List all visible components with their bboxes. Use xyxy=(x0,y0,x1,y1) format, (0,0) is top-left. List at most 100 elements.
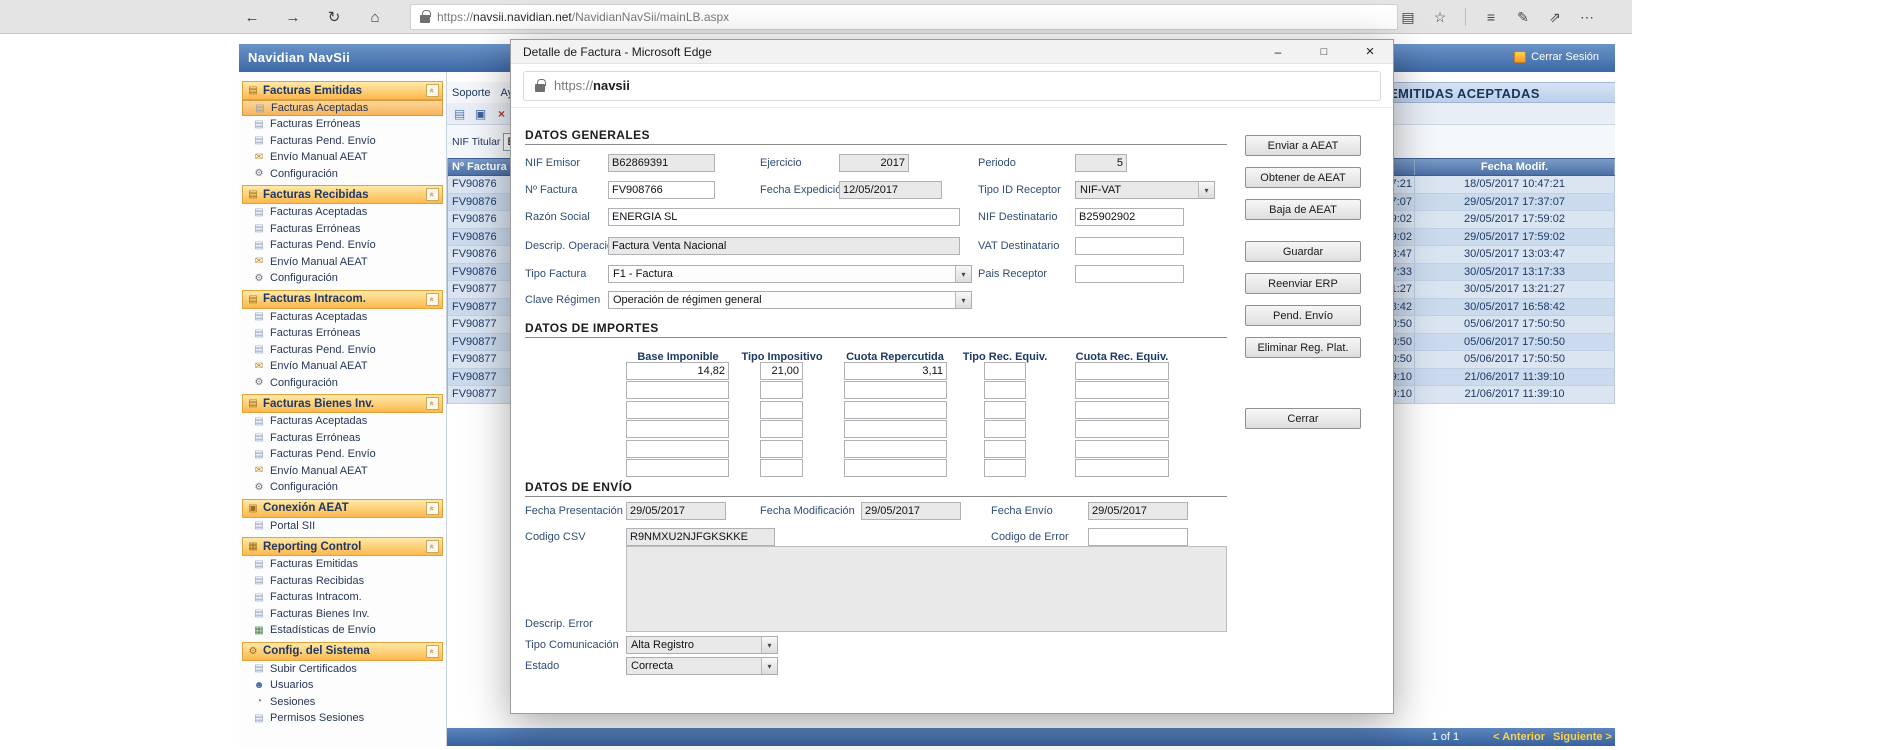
enviar-aeat-button[interactable]: Enviar a AEAT xyxy=(1245,135,1361,156)
sidebar-item-reporting-recibidas[interactable]: ▤ Facturas Recibidas xyxy=(242,573,443,590)
cuota-repercutida-input[interactable] xyxy=(844,459,947,477)
sidebar-item-subir-certificados[interactable]: ▤ Subir Certificados xyxy=(242,661,443,678)
tipo-rec-equiv-input[interactable] xyxy=(984,362,1026,380)
sidebar-item-emitidas-erroneas[interactable]: ▤ Facturas Erróneas xyxy=(242,116,443,133)
next-page-link[interactable]: Siguiente > xyxy=(1553,731,1612,743)
razon-social-input[interactable] xyxy=(608,208,960,226)
ejercicio-input[interactable] xyxy=(839,154,909,172)
minimize-button[interactable]: – xyxy=(1255,40,1301,64)
section-header-facturas-bienes-inv[interactable]: ▤ Facturas Bienes Inv. « xyxy=(242,394,443,413)
sidebar-item-emitidas-configuracion[interactable]: ⚙ Configuración xyxy=(242,166,443,183)
fecha-expedicion-input[interactable] xyxy=(839,181,942,199)
maximize-button[interactable]: □ xyxy=(1301,40,1347,64)
back-button[interactable]: ← xyxy=(240,5,264,29)
logout-button[interactable]: Cerrar Sesión xyxy=(1514,51,1599,63)
base-imponible-input[interactable] xyxy=(626,440,729,458)
sidebar-item-intracom-pend-envio[interactable]: ▤ Facturas Pend. Envío xyxy=(242,342,443,359)
sidebar-item-bienes-envio-manual-aeat[interactable]: ✉ Envío Manual AEAT xyxy=(242,463,443,480)
tipo-factura-select[interactable]: F1 - Factura ▾ xyxy=(608,265,972,283)
obtener-aeat-button[interactable]: Obtener de AEAT xyxy=(1245,167,1361,188)
vat-destinatario-input[interactable] xyxy=(1075,237,1184,255)
tipo-rec-equiv-input[interactable] xyxy=(984,420,1026,438)
nif-destinatario-input[interactable] xyxy=(1075,208,1184,226)
descrip-operacion-input[interactable] xyxy=(608,237,960,255)
address-bar[interactable]: https://navsii.navidian.net/NavidianNavS… xyxy=(410,4,1398,30)
sidebar-item-recibidas-envio-manual-aeat[interactable]: ✉ Envío Manual AEAT xyxy=(242,254,443,271)
sidebar-item-permisos-sesiones[interactable]: ▤ Permisos Sesiones xyxy=(242,710,443,727)
sidebar-item-bienes-configuracion[interactable]: ⚙ Configuración xyxy=(242,479,443,496)
refresh-button[interactable]: ↻ xyxy=(322,5,346,29)
sidebar-item-bienes-pend-envio[interactable]: ▤ Facturas Pend. Envío xyxy=(242,446,443,463)
sidebar-item-intracom-erroneas[interactable]: ▤ Facturas Erróneas xyxy=(242,325,443,342)
periodo-input[interactable] xyxy=(1075,154,1127,172)
tipo-rec-equiv-input[interactable] xyxy=(984,459,1026,477)
collapse-icon[interactable]: « xyxy=(426,502,439,515)
cuota-rec-equiv-input[interactable] xyxy=(1075,420,1169,438)
cerrar-button[interactable]: Cerrar xyxy=(1245,408,1361,429)
hub-icon[interactable]: ≡ xyxy=(1479,5,1503,29)
cuota-rec-equiv-input[interactable] xyxy=(1075,381,1169,399)
sidebar-item-bienes-aceptadas[interactable]: ▤ Facturas Aceptadas xyxy=(242,413,443,430)
reading-view-icon[interactable]: ▤ xyxy=(1396,5,1420,29)
collapse-icon[interactable]: « xyxy=(426,293,439,306)
cuota-repercutida-input[interactable] xyxy=(844,381,947,399)
sidebar-item-recibidas-aceptadas[interactable]: ▤ Facturas Aceptadas xyxy=(242,204,443,221)
clave-regimen-select[interactable]: Operación de régimen general ▾ xyxy=(608,291,972,309)
cuota-rec-equiv-input[interactable] xyxy=(1075,440,1169,458)
section-header-reporting-control[interactable]: ▦ Reporting Control « xyxy=(242,537,443,556)
sidebar-item-recibidas-pend-envio[interactable]: ▤ Facturas Pend. Envío xyxy=(242,237,443,254)
fecha-presentacion-input[interactable] xyxy=(626,502,726,520)
sidebar-item-portal-sii[interactable]: ▤ Portal SII xyxy=(242,518,443,535)
sidebar-item-sesiones[interactable]: ◔ Sesiones xyxy=(242,694,443,711)
tipo-comunicacion-select[interactable]: Alta Registro ▾ xyxy=(626,636,778,654)
tab-soporte[interactable]: Soporte xyxy=(452,87,491,99)
fecha-envio-input[interactable] xyxy=(1088,502,1188,520)
section-header-config-del-sistema[interactable]: ⚙ Config. del Sistema « xyxy=(242,642,443,661)
tipo-impositivo-input[interactable] xyxy=(760,440,803,458)
sidebar-item-recibidas-configuracion[interactable]: ⚙ Configuración xyxy=(242,270,443,287)
annotate-pen-icon[interactable]: ✎ xyxy=(1511,5,1535,29)
nif-emisor-input[interactable] xyxy=(608,154,715,172)
sidebar-item-reporting-intracom[interactable]: ▤ Facturas Intracom. xyxy=(242,589,443,606)
sidebar-item-reporting-bienes-inv[interactable]: ▤ Facturas Bienes Inv. xyxy=(242,606,443,623)
fecha-modificacion-input[interactable] xyxy=(861,502,961,520)
cuota-rec-equiv-input[interactable] xyxy=(1075,459,1169,477)
home-button[interactable]: ⌂ xyxy=(363,5,387,29)
cuota-rec-equiv-input[interactable] xyxy=(1075,362,1169,380)
base-imponible-input[interactable] xyxy=(626,459,729,477)
tipo-impositivo-input[interactable] xyxy=(760,459,803,477)
tipo-impositivo-input[interactable] xyxy=(760,362,803,380)
codigo-csv-input[interactable] xyxy=(626,528,775,546)
cuota-repercutida-input[interactable] xyxy=(844,420,947,438)
delete-icon[interactable]: × xyxy=(493,105,510,122)
share-icon[interactable]: ⇗ xyxy=(1543,5,1567,29)
pend-envio-button[interactable]: Pend. Envío xyxy=(1245,305,1361,326)
base-imponible-input[interactable] xyxy=(626,381,729,399)
sidebar-item-estadisticas-de-envio[interactable]: ▦ Estadísticas de Envío xyxy=(242,622,443,639)
eliminar-reg-plat-button[interactable]: Eliminar Reg. Plat. xyxy=(1245,337,1361,358)
tipo-rec-equiv-input[interactable] xyxy=(984,401,1026,419)
base-imponible-input[interactable] xyxy=(626,420,729,438)
tipo-impositivo-input[interactable] xyxy=(760,381,803,399)
collapse-icon[interactable]: « xyxy=(426,397,439,410)
collapse-icon[interactable]: « xyxy=(426,84,439,97)
prev-page-link[interactable]: < Anterior xyxy=(1493,731,1545,743)
num-factura-input[interactable] xyxy=(608,181,715,199)
sidebar-item-intracom-envio-manual-aeat[interactable]: ✉ Envío Manual AEAT xyxy=(242,358,443,375)
tipo-id-receptor-select[interactable]: NIF-VAT ▾ xyxy=(1075,181,1215,199)
sidebar-item-intracom-configuracion[interactable]: ⚙ Configuración xyxy=(242,375,443,392)
tipo-rec-equiv-input[interactable] xyxy=(984,440,1026,458)
new-document-icon[interactable]: ▤ xyxy=(451,105,468,122)
baja-aeat-button[interactable]: Baja de AEAT xyxy=(1245,199,1361,220)
section-header-conexion-aeat[interactable]: ▣ Conexión AEAT « xyxy=(242,499,443,518)
tipo-impositivo-input[interactable] xyxy=(760,420,803,438)
sidebar-item-recibidas-erroneas[interactable]: ▤ Facturas Erróneas xyxy=(242,221,443,238)
close-button[interactable]: × xyxy=(1347,40,1393,64)
section-header-facturas-recibidas[interactable]: ▤ Facturas Recibidas « xyxy=(242,185,443,204)
sidebar-item-emitidas-aceptadas[interactable]: ▤ Facturas Aceptadas xyxy=(242,100,443,116)
cuota-repercutida-input[interactable] xyxy=(844,362,947,380)
favorites-star-icon[interactable]: ☆ xyxy=(1428,5,1452,29)
base-imponible-input[interactable] xyxy=(626,362,729,380)
cuota-repercutida-input[interactable] xyxy=(844,401,947,419)
modal-address-bar[interactable]: https://navsii xyxy=(523,71,1381,101)
